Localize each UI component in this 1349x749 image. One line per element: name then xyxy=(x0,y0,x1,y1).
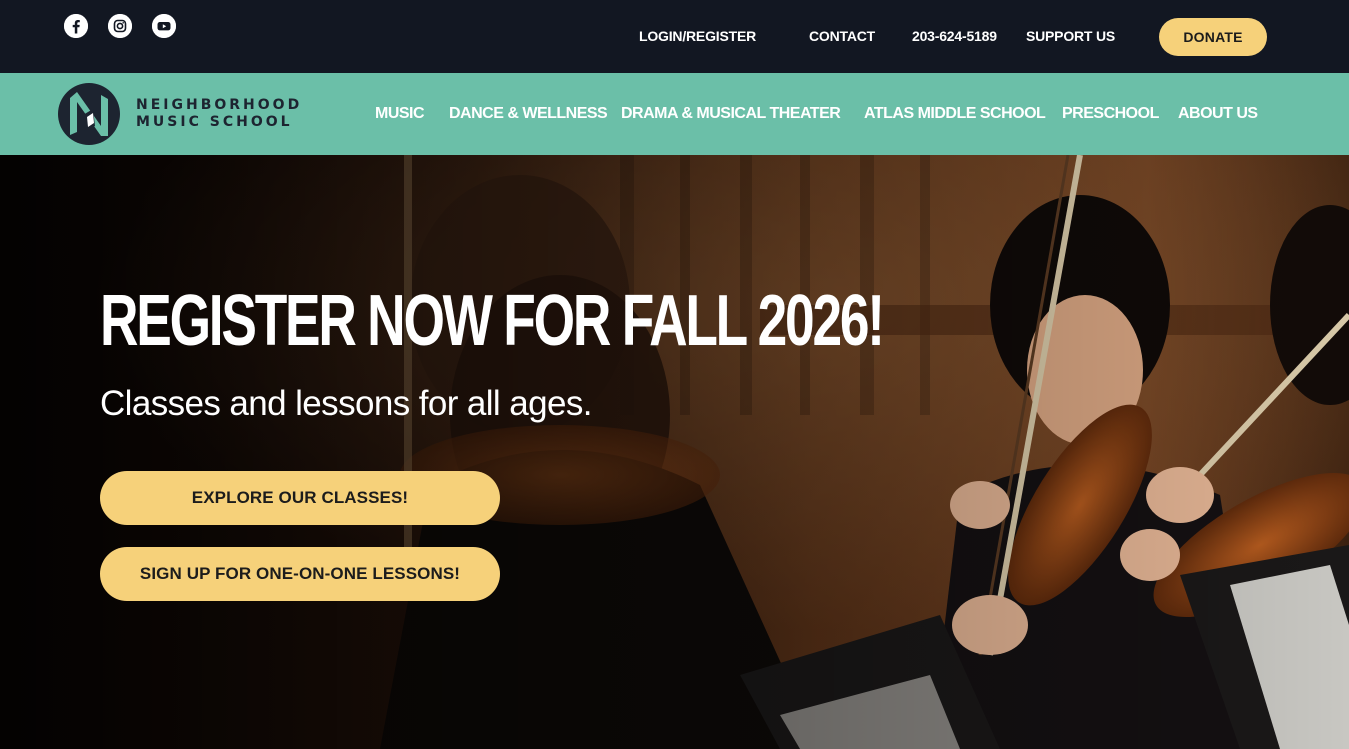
login-register-link[interactable]: LOGIN/REGISTER xyxy=(639,27,756,45)
explore-classes-button[interactable]: EXPLORE OUR CLASSES! xyxy=(100,471,500,525)
nav-item-drama-musical-theater[interactable]: DRAMA & MUSICAL THEATER xyxy=(621,105,841,123)
hero-title: REGISTER NOW FOR FALL 2026! xyxy=(100,281,885,361)
sign-up-lessons-button[interactable]: SIGN UP FOR ONE-ON-ONE LESSONS! xyxy=(100,547,500,601)
brand-line-2: MUSIC SCHOOL xyxy=(136,114,293,130)
top-utility-bar: LOGIN/REGISTER CONTACT 203-624-5189 SUPP… xyxy=(0,0,1349,73)
hero-photo-violinists xyxy=(0,155,1349,749)
brand-line-1: NEIGHBORHOOD xyxy=(136,97,303,113)
brand-logo[interactable]: NEIGHBORHOOD MUSIC SCHOOL xyxy=(57,82,302,146)
facebook-icon[interactable] xyxy=(64,14,88,38)
main-navigation: NEIGHBORHOOD MUSIC SCHOOL MUSIC DANCE & … xyxy=(0,73,1349,155)
nav-item-music[interactable]: MUSIC xyxy=(375,105,425,123)
phone-link[interactable]: 203-624-5189 xyxy=(912,27,997,45)
donate-button[interactable]: DONATE xyxy=(1159,18,1267,56)
brand-name: NEIGHBORHOOD MUSIC SCHOOL xyxy=(136,97,302,131)
hero-section: REGISTER NOW FOR FALL 2026! Classes and … xyxy=(0,155,1349,749)
nav-item-atlas-middle-school[interactable]: ATLAS MIDDLE SCHOOL xyxy=(864,105,1046,123)
nav-item-dance-wellness[interactable]: DANCE & WELLNESS xyxy=(449,105,608,123)
youtube-icon[interactable] xyxy=(152,14,176,38)
nav-item-preschool[interactable]: PRESCHOOL xyxy=(1062,105,1159,123)
contact-link[interactable]: CONTACT xyxy=(809,27,875,45)
nav-item-about-us[interactable]: ABOUT US xyxy=(1178,105,1258,123)
instagram-icon[interactable] xyxy=(108,14,132,38)
school-logo-icon xyxy=(58,83,120,145)
hero-subtitle: Classes and lessons for all ages. xyxy=(100,384,592,423)
support-us-link[interactable]: SUPPORT US xyxy=(1026,27,1115,45)
